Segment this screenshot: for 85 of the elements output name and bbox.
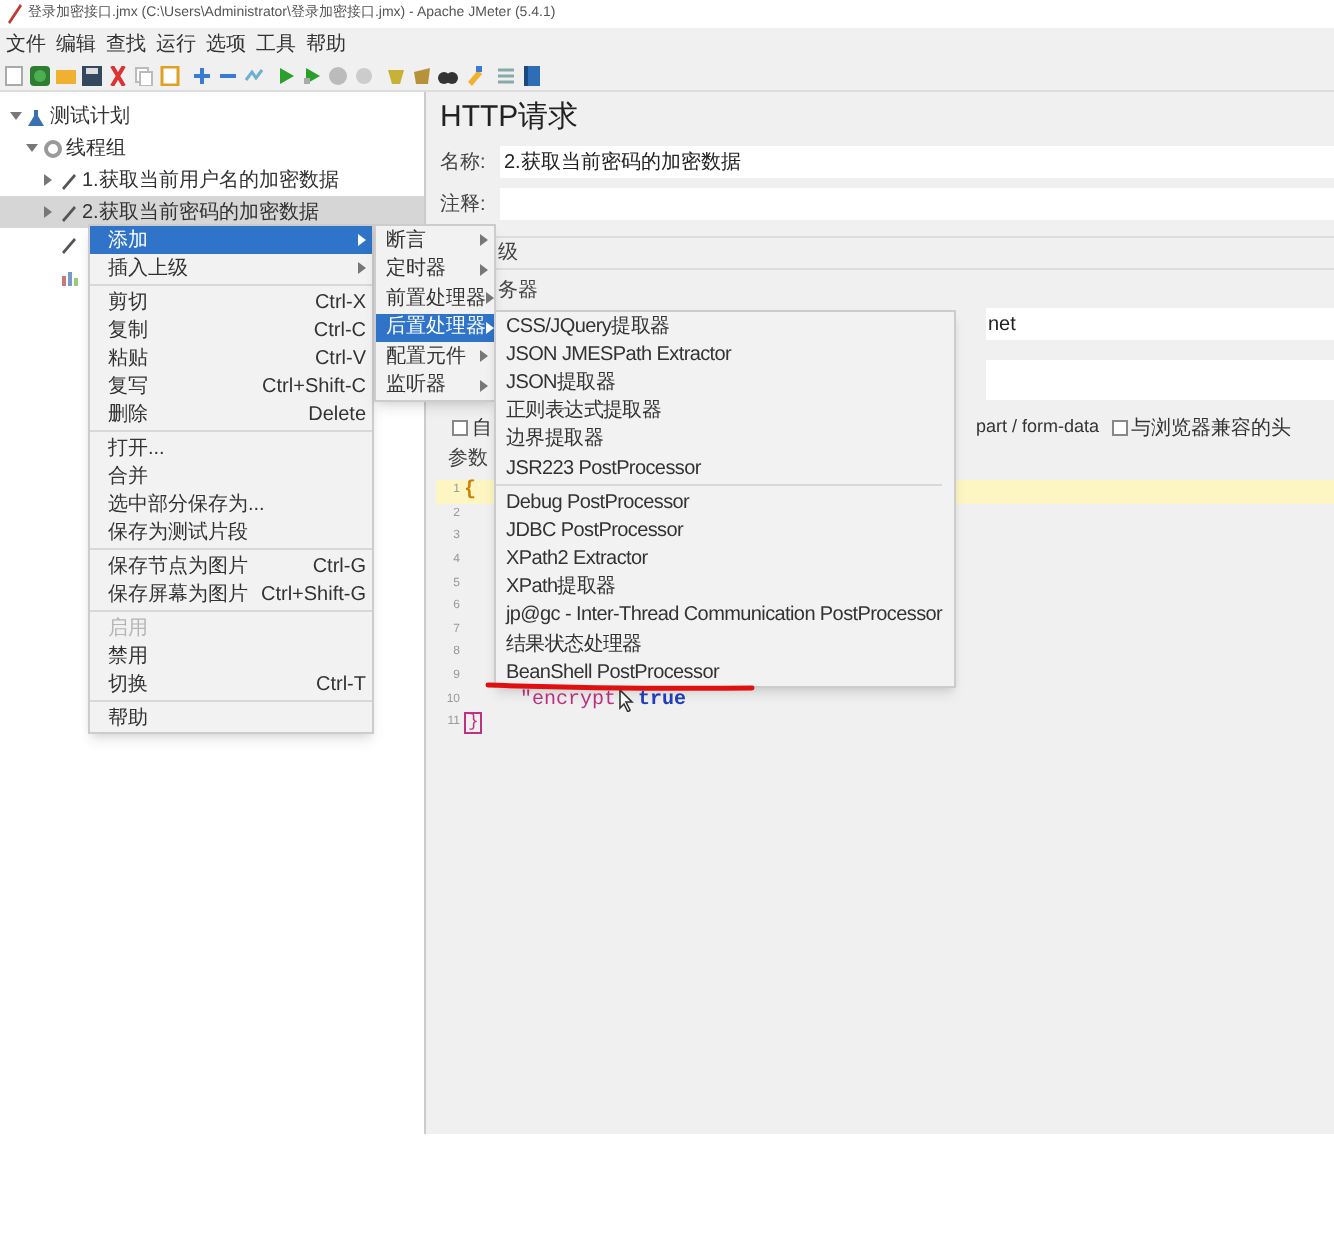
- menu-item[interactable]: 禁用: [90, 642, 372, 670]
- menu-item[interactable]: 复写 Ctrl+Shift-C: [90, 372, 372, 400]
- name-field[interactable]: 2.获取当前密码的加密数据: [500, 146, 1334, 178]
- menu-item[interactable]: 保存屏幕为图片 Ctrl+Shift-G: [90, 580, 372, 608]
- section-header: 级: [498, 240, 518, 268]
- chart-icon: [60, 267, 78, 285]
- menu-item[interactable]: 保存节点为图片 Ctrl-G: [90, 552, 372, 580]
- submenu-arrow-icon: [480, 234, 488, 247]
- menu-item[interactable]: 切换 Ctrl-T: [90, 670, 372, 698]
- submenu-arrow-icon: [486, 321, 494, 334]
- submenu-arrow-icon: [480, 263, 488, 276]
- section-header: 务器: [498, 277, 538, 305]
- code-text: {: [464, 477, 477, 507]
- menu-item[interactable]: 帮助: [90, 704, 372, 732]
- menu-item[interactable]: 边界提取器: [496, 425, 943, 454]
- expand-arrow-icon[interactable]: [40, 204, 56, 220]
- menu-item[interactable]: JSON JMESPath Extractor: [496, 340, 943, 369]
- menu-item[interactable]: 后置处理器: [376, 313, 494, 342]
- code-text: true: [638, 687, 687, 716]
- panel-title: HTTP请求: [440, 97, 579, 138]
- plus-icon[interactable]: [192, 65, 212, 85]
- menu-item[interactable]: JSON提取器: [496, 368, 943, 398]
- menu-item[interactable]: 粘贴 Ctrl-V: [90, 344, 372, 372]
- menu-item[interactable]: 添加: [90, 226, 372, 254]
- feather-icon: [6, 4, 22, 24]
- menu-item[interactable]: 保存为测试片段: [90, 518, 372, 546]
- collapse-arrow-icon[interactable]: [8, 108, 24, 124]
- menu-item[interactable]: 帮助: [306, 29, 346, 59]
- book-icon[interactable]: [522, 65, 542, 85]
- menu-item[interactable]: JDBC PostProcessor: [496, 516, 943, 545]
- copy-icon[interactable]: [134, 65, 154, 85]
- menu-item[interactable]: jp@gc - Inter-Thread Communication PostProcessor: [496, 601, 943, 631]
- menu-item[interactable]: 插入上级: [90, 254, 372, 282]
- menu-item[interactable]: 查找: [106, 29, 146, 59]
- menu-item[interactable]: 合并: [90, 462, 372, 490]
- menu-item[interactable]: 监听器: [376, 371, 494, 400]
- circle-icon[interactable]: [328, 65, 348, 85]
- menu-item[interactable]: 删除 Delete: [90, 400, 372, 428]
- new-file-icon[interactable]: [4, 65, 24, 85]
- checkbox[interactable]: [1111, 420, 1128, 436]
- cut-icon[interactable]: [108, 65, 128, 85]
- checkbox-label: 自: [472, 415, 492, 443]
- menu-item[interactable]: 断言: [376, 226, 494, 255]
- params-label: 参数: [448, 445, 488, 473]
- checkbox[interactable]: [452, 420, 468, 436]
- menu-item[interactable]: 正则表达式提取器: [496, 397, 943, 426]
- menu-item[interactable]: 配置元件: [376, 342, 494, 371]
- menu-item[interactable]: 打开...: [90, 434, 372, 462]
- collapse-arrow-icon[interactable]: [24, 140, 40, 156]
- submenu-arrow-icon: [480, 350, 488, 363]
- menu-item[interactable]: 编辑: [56, 29, 96, 59]
- field-label: 注释:: [440, 191, 488, 219]
- field-label: 名称:: [440, 149, 488, 177]
- mouse-pointer-icon: [618, 689, 635, 712]
- menu-item[interactable]: 运行: [156, 29, 196, 59]
- menu-item[interactable]: BeanShell PostProcessor: [496, 658, 943, 687]
- menu-item[interactable]: 选中部分保存为...: [90, 490, 372, 518]
- menu-item[interactable]: Debug PostProcessor: [496, 488, 943, 517]
- menu-item[interactable]: 选项: [206, 29, 246, 59]
- brush-icon[interactable]: [464, 65, 484, 85]
- option-label: part / form-data: [976, 414, 1100, 441]
- menu-item[interactable]: 文件: [6, 29, 46, 59]
- menu-item[interactable]: 结果状态处理器: [496, 630, 943, 659]
- submenu-arrow-icon: [486, 292, 494, 305]
- server-field[interactable]: net: [986, 308, 1334, 340]
- tree-item[interactable]: 2.获取当前密码的加密数据: [0, 196, 424, 228]
- menu-item[interactable]: 复制 Ctrl-C: [90, 316, 372, 344]
- menu-item[interactable]: XPath提取器: [496, 573, 943, 602]
- expand-arrow-icon[interactable]: [40, 172, 56, 188]
- submenu-arrow-icon: [480, 379, 488, 392]
- menu-item[interactable]: 工具: [256, 29, 296, 59]
- menu-item[interactable]: XPath2 Extractor: [496, 545, 943, 574]
- checkbox-label: 与浏览器兼容的头: [1131, 415, 1292, 443]
- menu-item[interactable]: CSS/JQuery提取器: [496, 312, 943, 341]
- menu-item[interactable]: 前置处理器: [376, 284, 494, 313]
- flask-icon: [28, 107, 46, 125]
- paste-icon[interactable]: [160, 65, 180, 85]
- menu-item[interactable]: 剪切 Ctrl-X: [90, 288, 372, 316]
- save-icon[interactable]: [82, 65, 102, 85]
- code-text: "encrypt: [520, 687, 617, 716]
- menu-item[interactable]: 定时器: [376, 255, 494, 284]
- gear-icon: [44, 139, 62, 157]
- play-icon[interactable]: [302, 65, 322, 85]
- menu-item[interactable]: JSR223 PostProcessor: [496, 453, 943, 483]
- play-icon[interactable]: [276, 65, 296, 85]
